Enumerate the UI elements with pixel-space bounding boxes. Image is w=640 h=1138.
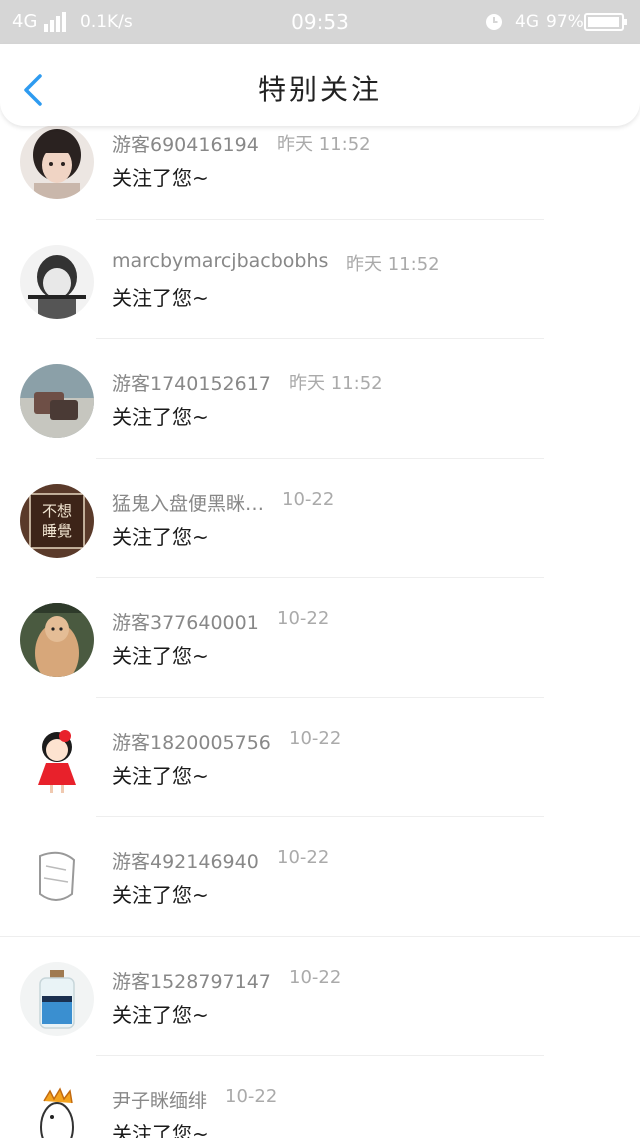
follow-message: 关注了您~ [112, 644, 209, 668]
avatar[interactable] [20, 603, 94, 677]
follow-message: 关注了您~ [112, 1002, 209, 1027]
alarm-clock-icon [486, 14, 502, 30]
follower-name: 游客690416194 [112, 134, 259, 156]
avatar-image [20, 244, 94, 319]
follower-name: 游客1820005756 [112, 731, 271, 754]
follow-time: 昨天 11:52 [346, 253, 440, 275]
avatar-image [20, 126, 94, 199]
list-item[interactable]: marcbymarcjbacbobhs 昨天 11:52 关注了您~ [0, 220, 640, 339]
follow-time: 10-22 [289, 727, 342, 749]
follower-name: 猛鬼入盘便黑眯… [112, 492, 265, 515]
follow-message: 关注了您~ [112, 1122, 209, 1138]
follow-time: 昨天 11:52 [277, 134, 371, 155]
list-item[interactable]: 游客1528797147 10-22 关注了您~ [0, 937, 640, 1056]
follower-list-content: 游客690416194 昨天 11:52 关注了您~ marcbymarcjba… [0, 126, 640, 1138]
avatar[interactable] [20, 842, 94, 916]
avatar-text-line-2: 睡覺 [42, 522, 72, 540]
follow-time: 10-22 [289, 966, 342, 988]
follower-name: 游客1740152617 [112, 373, 271, 395]
battery-icon [584, 13, 627, 31]
avatar[interactable] [20, 126, 94, 199]
avatar-image [20, 603, 94, 677]
avatar[interactable] [20, 961, 94, 1036]
follow-message: 关注了您~ [112, 763, 209, 788]
list-item[interactable]: 游客377640001 10-22 关注了您~ [0, 578, 640, 698]
avatar-text-line-1: 不想 [42, 502, 72, 520]
follower-name: 游客377640001 [112, 612, 259, 634]
list-item[interactable]: 游客492146940 10-22 关注了您~ [0, 817, 640, 937]
follow-time: 10-22 [225, 1086, 278, 1107]
avatar-image [20, 364, 94, 438]
battery-percent: 97% [546, 12, 584, 32]
follow-time: 昨天 11:52 [289, 373, 383, 394]
follow-time: 10-22 [277, 847, 330, 868]
network-type-secondary: 4G [515, 12, 539, 32]
chevron-left-icon[interactable] [20, 72, 50, 108]
clock: 09:53 [291, 10, 349, 34]
follow-message: 关注了您~ [112, 524, 209, 549]
follow-message: 关注了您~ [112, 405, 209, 429]
status-bar: 4G 0.1K/s 09:53 4G 97% [0, 0, 640, 44]
list-item[interactable]: 游客1820005756 10-22 关注了您~ [0, 698, 640, 817]
follower-name: 游客1528797147 [112, 970, 271, 993]
avatar[interactable] [20, 364, 94, 438]
avatar-image [20, 1081, 94, 1138]
follower-name: 尹子眯缅绯 [112, 1090, 208, 1112]
follow-message: 关注了您~ [112, 285, 209, 310]
list-item[interactable]: 尹子眯缅绯 10-22 关注了您~ [0, 1056, 640, 1138]
avatar[interactable] [20, 1081, 94, 1138]
avatar-image [20, 961, 94, 1036]
avatar[interactable]: 不想 睡覺 [20, 483, 94, 558]
follower-name: 游客492146940 [112, 851, 259, 873]
follow-time: 10-22 [282, 488, 335, 510]
follow-time: 10-22 [277, 608, 330, 629]
battery-level [588, 17, 620, 27]
follow-message: 关注了您~ [112, 883, 209, 907]
follower-list[interactable]: 游客690416194 昨天 11:52 关注了您~ marcbymarcjba… [0, 126, 640, 1138]
nav-bar: 特别关注 [0, 44, 640, 126]
follow-message: 关注了您~ [112, 166, 209, 190]
avatar[interactable] [20, 722, 94, 797]
avatar[interactable] [20, 244, 94, 319]
avatar-image [20, 842, 94, 916]
page-title: 特别关注 [257, 73, 382, 106]
list-item[interactable]: 游客690416194 昨天 11:52 关注了您~ [0, 126, 640, 220]
list-item[interactable]: 不想睡覺 猛鬼入盘便黑眯… 10-22 关注了您~ [0, 459, 640, 578]
avatar-image: 不想睡覺 [20, 483, 94, 558]
follower-name: marcbymarcjbacbobhs [112, 249, 329, 272]
avatar-image [20, 722, 94, 797]
list-item[interactable]: 游客1740152617 昨天 11:52 关注了您~ [0, 339, 640, 459]
